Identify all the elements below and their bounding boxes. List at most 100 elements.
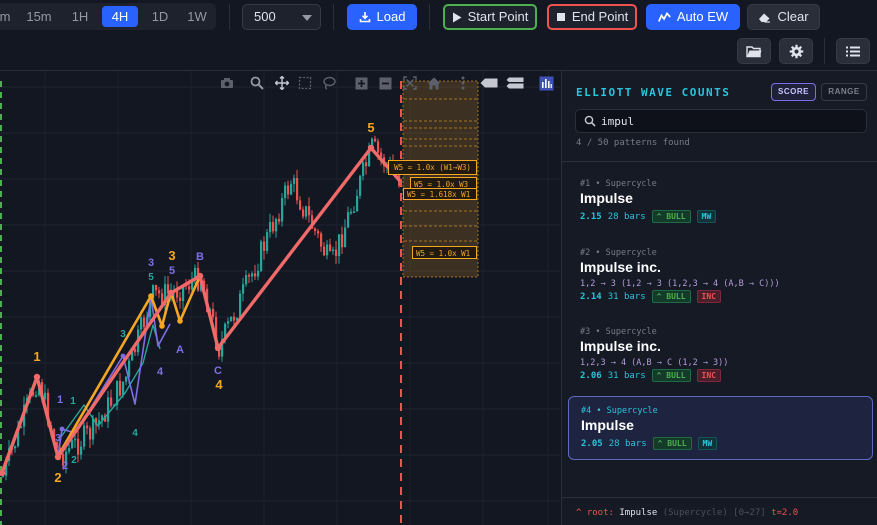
- pan-icon[interactable]: [273, 74, 291, 92]
- candle-body: [212, 309, 215, 318]
- eraser-icon: [759, 13, 771, 23]
- gear-icon: [789, 44, 803, 58]
- price-chart[interactable]: 12354535BAC41122334 W5 = 1.0x (W1→W3) W5…: [0, 71, 560, 525]
- candle-body: [359, 175, 362, 196]
- search-input[interactable]: [601, 113, 861, 129]
- candle-body: [344, 227, 347, 248]
- pivot-dot: [159, 323, 165, 329]
- candle-body: [329, 244, 332, 251]
- candle-body: [71, 440, 74, 449]
- timeframe-4h[interactable]: 4H: [102, 6, 138, 27]
- pivot-dot: [177, 318, 183, 324]
- sort-score-button[interactable]: SCORE: [771, 83, 816, 101]
- candle-body: [68, 448, 71, 452]
- pattern-card-2[interactable]: #2 • Supercycle Impulse inc. 1,2 → 3 (1,…: [568, 239, 873, 305]
- card-stats: 2.15 28 bars ^ BULL MW: [580, 210, 717, 223]
- candle-body: [365, 162, 368, 167]
- projection-label-w1w3: W5 = 1.0x (W1→W3): [388, 160, 477, 175]
- settings-button[interactable]: [779, 38, 813, 64]
- timeframe-15m[interactable]: 15m: [21, 6, 57, 27]
- candle-body: [125, 376, 128, 382]
- wave-label-t1: 1: [70, 396, 76, 407]
- pattern-card-4[interactable]: #4 • Supercycle Impulse 2.05 28 bars ^ B…: [568, 396, 873, 460]
- list-view-button[interactable]: [836, 38, 870, 64]
- candle-body: [134, 348, 137, 353]
- kind-badge: INC: [696, 369, 721, 382]
- autoscale-icon[interactable]: [401, 74, 419, 92]
- pattern-card-1[interactable]: #1 • Supercycle Impulse 2.15 28 bars ^ B…: [568, 170, 873, 230]
- pattern-card-3[interactable]: #3 • Supercycle Impulse inc. 1,2,3 → 4 (…: [568, 318, 873, 384]
- card-name: Impulse: [580, 190, 633, 206]
- pivot-dot: [59, 426, 65, 432]
- end-point-button[interactable]: End Point: [547, 4, 637, 30]
- stop-icon: [556, 13, 565, 21]
- candle-body: [227, 321, 230, 324]
- card-score: 2.06: [580, 370, 602, 381]
- camera-icon[interactable]: [218, 74, 236, 92]
- toolbar-divider: [229, 4, 230, 30]
- timeframe-m[interactable]: m: [0, 6, 18, 27]
- hover-closest-icon[interactable]: [479, 74, 499, 92]
- sort-range-button[interactable]: RANGE: [821, 83, 867, 101]
- candle-body: [326, 244, 329, 256]
- card-name: Impulse inc.: [580, 259, 661, 275]
- auto-ew-button[interactable]: Auto EW: [646, 4, 740, 30]
- projection-label-1618-w1: W5 = 1.618x W1: [403, 188, 477, 200]
- card-level: Supercycle: [605, 327, 657, 337]
- wave-counts-panel: ELLIOTT WAVE COUNTS SCORE RANGE 4 / 50 p…: [561, 71, 877, 525]
- card-index: #3: [580, 327, 591, 337]
- candle-body: [338, 234, 341, 257]
- start-point-button[interactable]: Start Point: [443, 4, 537, 30]
- candle-body: [83, 425, 86, 447]
- open-folder-button[interactable]: [737, 38, 771, 64]
- download-icon: [359, 12, 370, 23]
- zoom-in-icon[interactable]: [353, 74, 369, 92]
- spike-icon[interactable]: [455, 74, 471, 92]
- chart-canvas[interactable]: 12354535BAC41 12 233 4: [0, 71, 560, 525]
- timeframe-1d[interactable]: 1D: [144, 6, 176, 27]
- search-icon: [584, 115, 596, 127]
- bull-badge: ^ BULL: [652, 437, 692, 450]
- card-bars: 31 bars: [607, 370, 646, 381]
- load-button[interactable]: Load: [347, 4, 417, 30]
- bars-select-value: 500: [254, 9, 276, 24]
- reset-icon[interactable]: [425, 74, 443, 92]
- hover-compare-icon[interactable]: [505, 74, 525, 92]
- candle-body: [188, 286, 191, 290]
- kind-badge: MW: [697, 437, 718, 450]
- wave-label-p3_alt: 3: [148, 257, 154, 269]
- candle-body: [230, 316, 233, 322]
- candle-body: [80, 446, 83, 455]
- wave-label-p5_alt: 5: [169, 265, 175, 277]
- toolbar-divider: [429, 4, 430, 30]
- card-stats: 2.05 28 bars ^ BULL MW: [581, 437, 718, 450]
- bar-chart-logo-icon[interactable]: [537, 74, 555, 92]
- candle-body: [266, 232, 269, 251]
- candle-body: [263, 241, 266, 251]
- zoom-icon[interactable]: [248, 74, 266, 92]
- timeframe-1w[interactable]: 1W: [180, 6, 214, 27]
- timeframe-1h[interactable]: 1H: [64, 6, 96, 27]
- card-index: #2: [580, 248, 591, 258]
- candle-body: [272, 222, 275, 232]
- candle-body: [320, 233, 323, 247]
- bars-select[interactable]: 500: [242, 4, 321, 30]
- clear-label: Clear: [777, 9, 809, 24]
- box-select-icon[interactable]: [296, 74, 314, 92]
- candle-body: [74, 438, 77, 441]
- pattern-search[interactable]: [575, 109, 867, 133]
- candle-body: [158, 290, 161, 294]
- kind-badge: INC: [696, 290, 721, 303]
- pivot-dot: [214, 344, 222, 352]
- load-label: Load: [376, 9, 406, 24]
- candle-body: [308, 206, 311, 216]
- candle-body: [179, 297, 182, 302]
- clear-button[interactable]: Clear: [747, 4, 820, 30]
- timeframe-group: m 15m 1H 4H 1D 1W: [0, 3, 216, 30]
- zoom-out-icon[interactable]: [377, 74, 393, 92]
- panel-title: ELLIOTT WAVE COUNTS: [576, 86, 731, 99]
- lasso-icon[interactable]: [320, 74, 338, 92]
- candle-body: [284, 185, 287, 199]
- candle-body: [314, 228, 317, 232]
- card-score: 2.05: [581, 438, 603, 449]
